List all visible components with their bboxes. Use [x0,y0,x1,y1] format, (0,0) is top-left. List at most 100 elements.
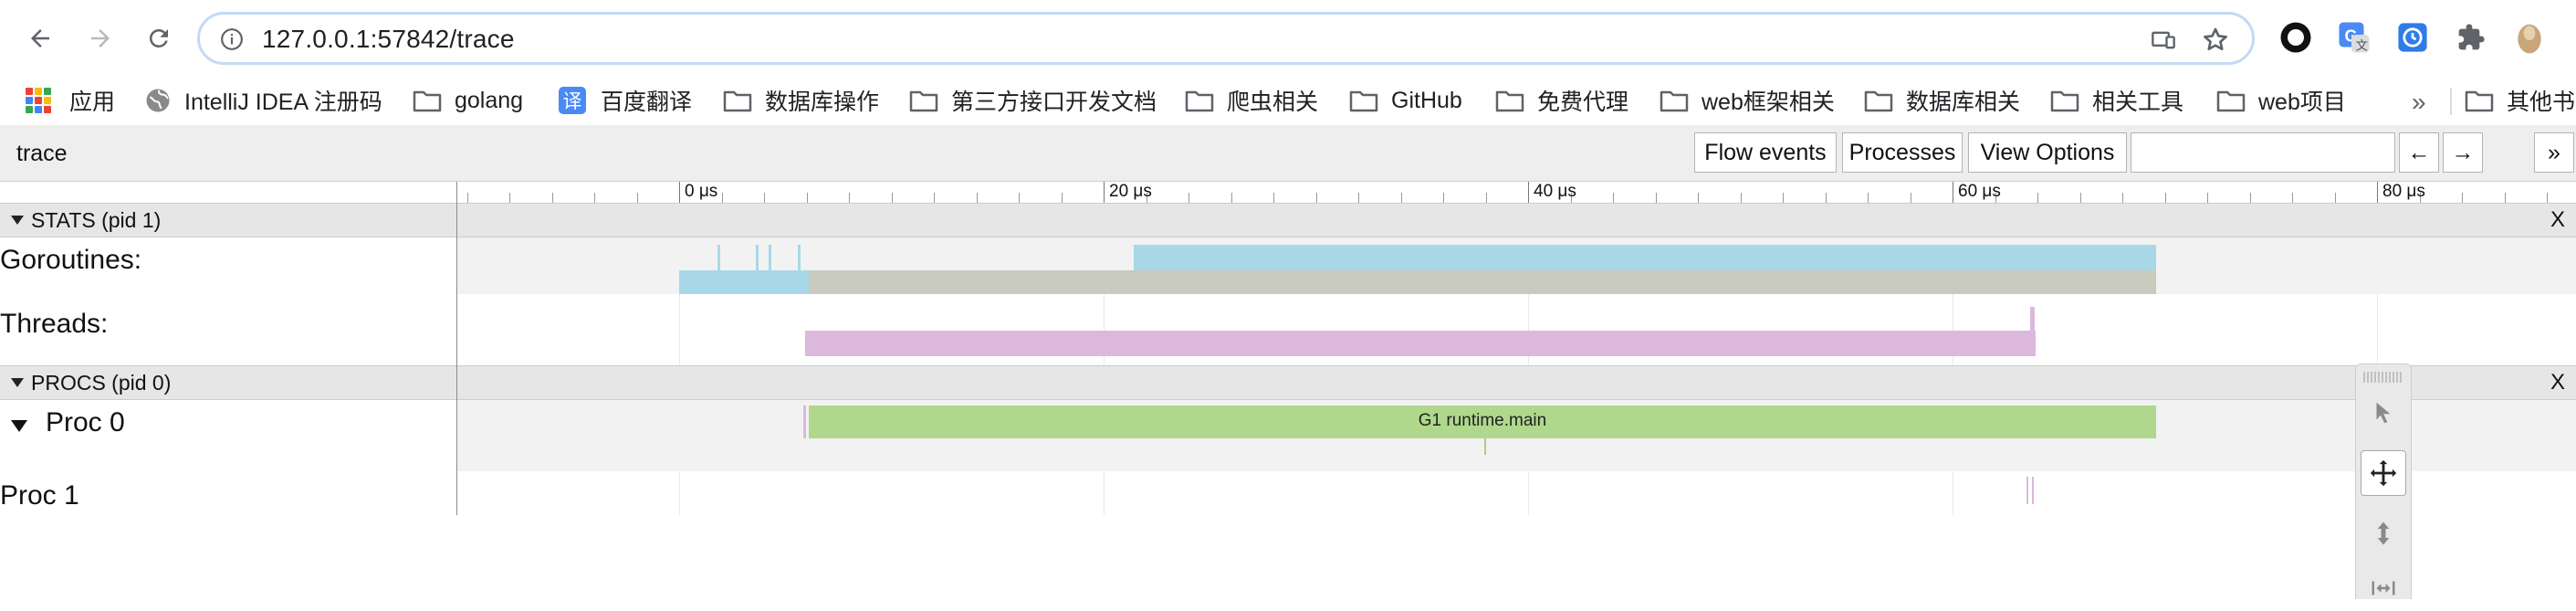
bookmark-label: 第三方接口开发文档 [951,90,1157,115]
ruler-major-tick [679,182,680,204]
bookmark-label: 数据库操作 [765,90,880,115]
goroutines-spike[interactable] [756,245,759,270]
globe-icon [146,89,170,112]
drag-handle[interactable] [2363,372,2403,383]
timing-mode-button[interactable] [2361,565,2406,611]
ruler-major-tick [1104,182,1105,204]
back-button[interactable] [18,16,62,60]
tick-label: 80 μs [2382,182,2425,201]
goroutines-spike[interactable] [769,245,771,270]
goroutines-label: Goroutines: [0,245,142,275]
ruler-major-tick [1528,182,1529,204]
bookmark-db-related[interactable]: 数据库相关 [1864,83,2020,118]
find-next-button[interactable]: → [2443,132,2483,173]
bookmark-label: web项目 [2258,90,2346,115]
goroutines-running-area[interactable] [679,270,809,294]
processes-button[interactable]: Processes [1842,132,1963,173]
proc1-event-mark[interactable] [2032,477,2034,504]
label-column-divider [456,182,457,515]
threads-spike[interactable] [2030,307,2035,331]
bookmark-star-icon[interactable] [2201,26,2230,55]
sidebar-toggle-button[interactable]: » [2534,132,2574,173]
collapse-arrow-icon[interactable] [11,216,24,225]
find-previous-button[interactable]: ← [2399,132,2439,173]
expand-arrow-icon[interactable] [11,420,27,432]
bookmark-label: 应用 [69,90,116,115]
proc0-track[interactable]: Proc 0 G1 runtime.main [0,400,2576,471]
procs-group-header[interactable]: PROCS (pid 0) X [0,365,2576,400]
threads-track[interactable]: Threads: [0,294,2576,365]
history-extension-icon[interactable] [2395,20,2430,55]
bookmark-apps[interactable]: 应用 [26,83,115,118]
proc1-event-mark[interactable] [2026,477,2028,504]
bookmark-third-party-docs[interactable]: 第三方接口开发文档 [909,83,1157,118]
folder-icon [1864,90,1893,112]
folder-icon [909,90,938,112]
bookmarks-divider [2450,88,2452,115]
goroutines-running-area[interactable] [1134,245,2156,270]
bookmark-github[interactable]: GitHub [1349,83,1462,118]
profile-avatar[interactable] [2512,20,2547,55]
bookmark-golang[interactable]: golang [413,83,523,118]
trace-viewer-header: trace Flow events Processes View Options… [0,125,2576,182]
url-text[interactable]: 127.0.0.1:57842/trace [262,25,515,54]
proc0-syscall-mark[interactable] [803,406,806,438]
search-input[interactable] [2131,132,2395,173]
bookmark-label: 相关工具 [2092,90,2184,115]
stats-group-header[interactable]: STATS (pid 1) X [0,203,2576,237]
threads-area[interactable] [805,331,2036,356]
tick-label: 20 μs [1109,182,1152,201]
more-bookmarks-button[interactable]: » [2412,88,2426,117]
mouse-mode-selector[interactable] [2355,363,2412,599]
cursor-arrow-icon [2376,402,2391,424]
bookmarks-bar: 应用 IntelliJ IDEA 注册码 golang 译 百度翻译 数据库操作… [0,76,2576,126]
bookmark-web-projects[interactable]: web项目 [2216,83,2346,118]
goroutines-track[interactable]: Goroutines: [0,237,2576,294]
bookmark-crawler[interactable]: 爬虫相关 [1185,83,1318,118]
puzzle-extensions-icon[interactable] [2454,20,2488,55]
bookmark-intellij[interactable]: IntelliJ IDEA 注册码 [144,83,382,118]
folder-icon [1349,90,1378,112]
address-bar[interactable]: 127.0.0.1:57842/trace [197,12,2255,65]
goroutines-runnable-area[interactable] [809,270,2156,294]
forward-button[interactable] [79,16,122,60]
zoom-mode-button[interactable] [2361,511,2406,556]
bookmark-other[interactable]: 其他书 [2465,83,2575,118]
cast-icon[interactable] [2150,27,2177,53]
folder-icon [723,90,752,112]
proc1-track[interactable]: Proc 1 [0,471,2576,515]
bookmark-label: web框架相关 [1702,90,1835,115]
close-procs-button[interactable]: X [2550,370,2565,395]
folder-icon [1660,90,1689,112]
view-options-button[interactable]: View Options [1968,132,2127,173]
page-title: trace [16,141,68,166]
bookmark-label: 数据库相关 [1906,90,2021,115]
goroutines-spike[interactable] [717,245,720,270]
reload-button[interactable] [137,16,181,60]
proc1-label: Proc 1 [0,480,79,511]
extension-circle-icon[interactable] [2278,20,2313,55]
pan-mode-button[interactable] [2361,450,2406,496]
tick-label: 0 μs [685,182,718,201]
bookmark-db-ops[interactable]: 数据库操作 [723,83,879,118]
procs-group-label: PROCS (pid 0) [31,371,172,395]
proc0-event-mark[interactable] [1484,438,1486,455]
bookmark-web-frameworks[interactable]: web框架相关 [1660,83,1835,118]
bookmark-free-proxy[interactable]: 免费代理 [1495,83,1628,118]
bookmark-tools[interactable]: 相关工具 [2050,83,2183,118]
info-icon[interactable] [220,27,244,51]
svg-text:文: 文 [2356,39,2369,53]
bookmark-baidu-translate[interactable]: 译 百度翻译 [559,83,692,118]
bookmark-label: 百度翻译 [601,90,693,115]
flow-events-button[interactable]: Flow events [1694,132,1837,173]
folder-icon [413,90,442,112]
google-translate-extension-icon[interactable]: G文 [2337,20,2372,55]
horizontal-measure-icon [2372,581,2395,595]
tick-label: 60 μs [1958,182,2001,201]
close-stats-button[interactable]: X [2550,207,2565,233]
folder-icon [1495,90,1524,112]
tick-label: 40 μs [1534,182,1576,201]
selection-mode-button[interactable] [2361,390,2406,436]
collapse-arrow-icon[interactable] [11,378,24,387]
goroutines-spike[interactable] [798,245,801,270]
